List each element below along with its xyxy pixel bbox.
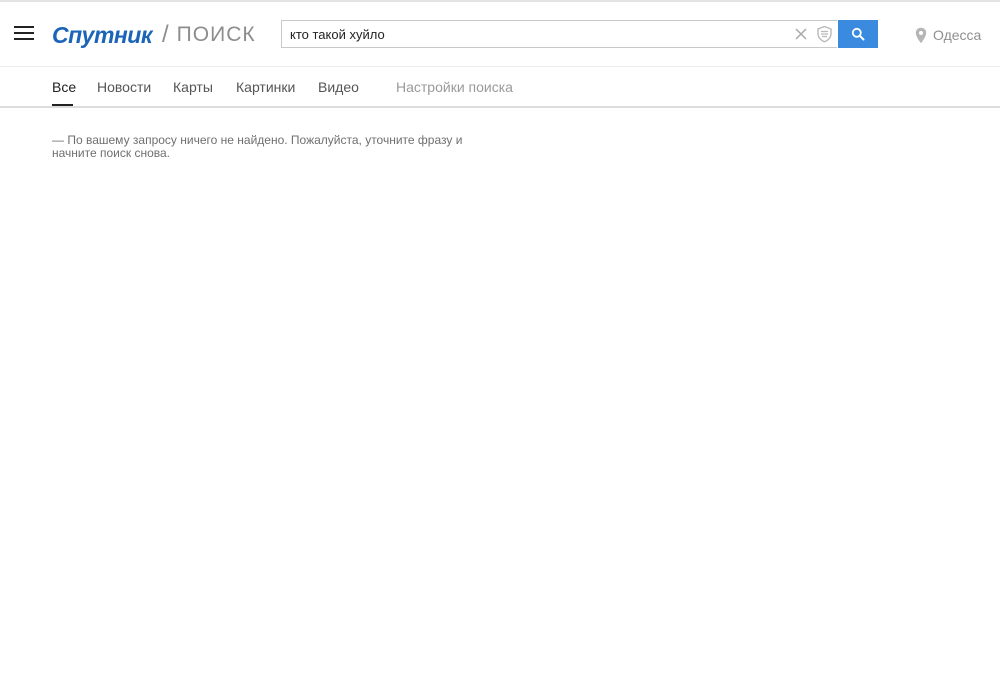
tab-video[interactable]: Видео	[318, 79, 359, 95]
map-pin-icon	[915, 27, 927, 43]
header: Спутник / ПОИСК Одесса	[0, 2, 1000, 66]
nav-divider	[0, 106, 1000, 108]
logo-section: ПОИСК	[176, 23, 256, 46]
tab-images[interactable]: Картинки	[236, 79, 295, 95]
search-button[interactable]	[838, 20, 878, 48]
tab-all[interactable]: Все	[52, 79, 76, 95]
hamburger-menu-icon[interactable]	[14, 25, 34, 41]
logo[interactable]: Спутник / ПОИСК	[52, 20, 256, 50]
tab-news[interactable]: Новости	[97, 79, 151, 95]
search-tabs: Все Новости Карты Картинки Видео Настрой…	[0, 67, 1000, 107]
close-icon[interactable]	[794, 27, 808, 41]
location-selector[interactable]: Одесса	[915, 26, 981, 44]
tab-maps[interactable]: Карты	[173, 79, 213, 95]
logo-separator: /	[162, 21, 169, 48]
search-settings-link[interactable]: Настройки поиска	[396, 79, 513, 95]
logo-brand: Спутник	[52, 21, 153, 48]
search-icon	[851, 27, 865, 41]
shield-icon[interactable]	[816, 25, 833, 43]
location-label: Одесса	[933, 27, 982, 43]
search-box	[281, 20, 837, 48]
no-results-message: — По вашему запросу ничего не найдено. П…	[52, 133, 463, 160]
search-input[interactable]	[282, 21, 798, 47]
